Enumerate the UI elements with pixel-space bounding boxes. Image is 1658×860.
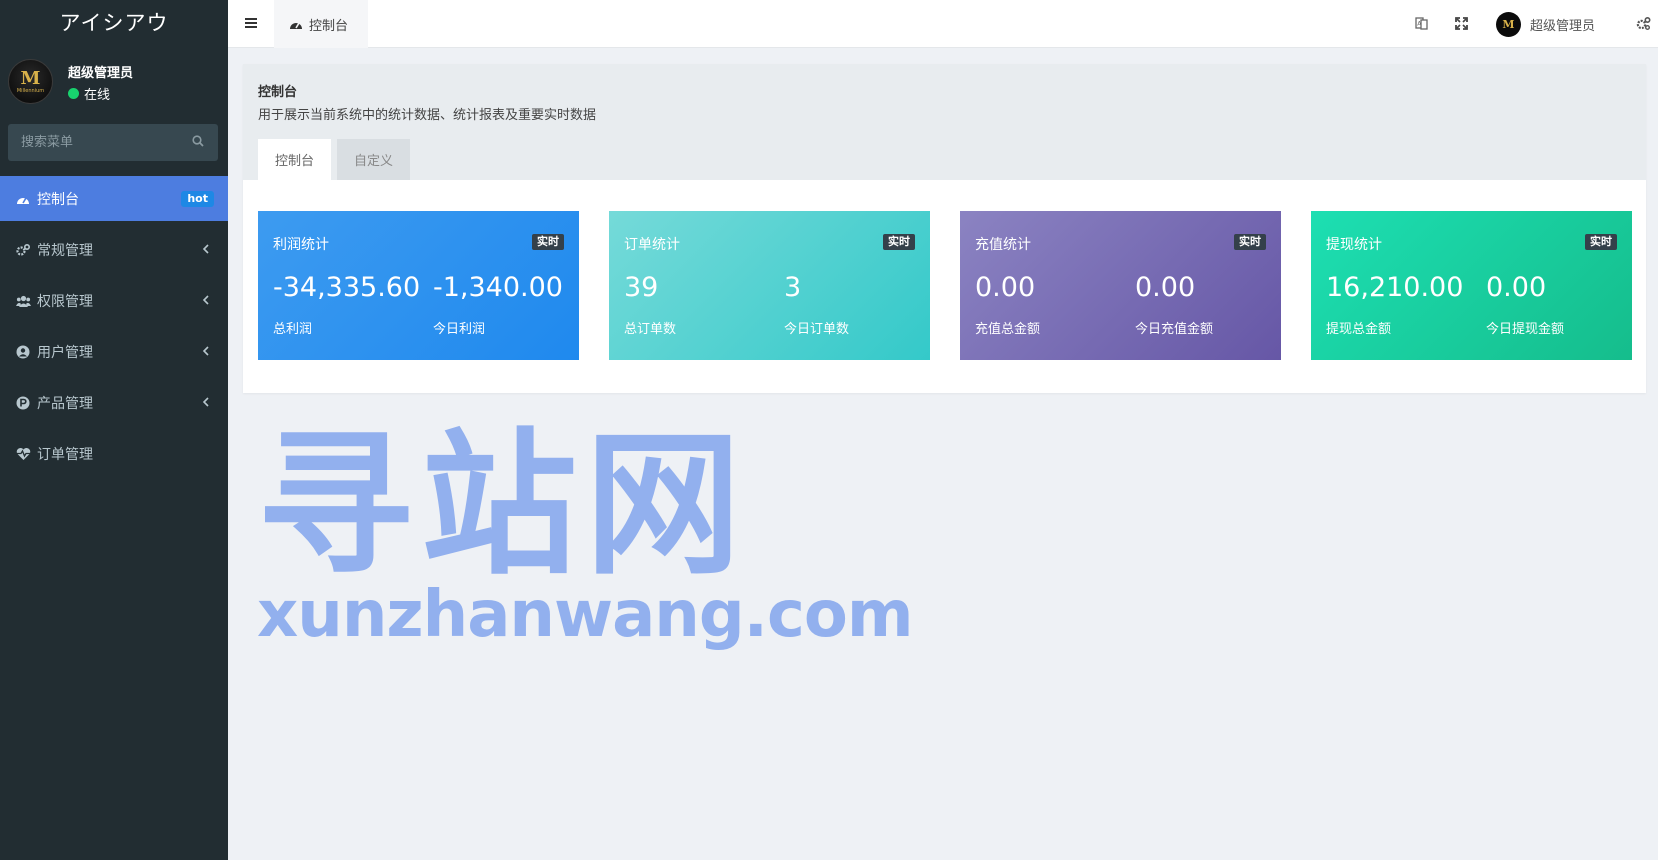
menu-search-input[interactable] <box>8 124 218 161</box>
stat-card-profit: 利润统计 实时 -34,335.60 -1,340.00 总利润 今日利润 <box>258 211 579 360</box>
card-value-total: -34,335.60 <box>273 272 421 303</box>
tab-custom[interactable]: 自定义 <box>337 139 410 180</box>
card-label-total: 充值总金额 <box>975 322 1041 337</box>
watermark: 寻站网 xunzhanwang.com <box>257 420 914 660</box>
page-description: 用于展示当前系统中的统计数据、统计报表及重要实时数据 <box>258 108 597 123</box>
page-title: 控制台 <box>258 85 298 100</box>
gears-icon[interactable] <box>1636 16 1651 31</box>
realtime-badge: 实时 <box>883 234 915 250</box>
card-title: 订单统计 <box>624 237 680 253</box>
sidebar-item-label: 产品管理 <box>37 395 93 412</box>
sidebar-item-users[interactable]: 用户管理 <box>0 329 228 374</box>
realtime-badge: 实时 <box>1234 234 1266 250</box>
card-title: 提现统计 <box>1326 237 1382 253</box>
realtime-badge: 实时 <box>532 234 564 250</box>
sidebar-item-label: 控制台 <box>37 191 79 208</box>
chevron-left-icon <box>202 244 209 254</box>
stat-card-orders: 订单统计 实时 39 3 总订单数 今日订单数 <box>609 211 930 360</box>
sidebar-menu: 控制台 hot 常规管理 权限管理 用户管理 产品管理 订单管理 <box>0 176 228 482</box>
header-user-name[interactable]: 超级管理员 <box>1530 15 1595 34</box>
tab-dashboard[interactable]: 控制台 <box>274 0 368 48</box>
tab-dashboard-panel[interactable]: 控制台 <box>258 139 331 180</box>
sidebar-item-dashboard[interactable]: 控制台 hot <box>0 176 228 221</box>
hot-badge: hot <box>181 191 214 207</box>
user-panel: M Millennium 超级管理员 在线 <box>0 48 228 114</box>
chevron-left-icon <box>202 295 209 305</box>
card-value-total: 39 <box>624 272 659 303</box>
avatar-letter: M <box>20 67 41 89</box>
card-value-today: 0.00 <box>1486 272 1547 303</box>
card-label-today: 今日充值金额 <box>1135 322 1214 337</box>
translate-icon[interactable]: A <box>1414 16 1429 31</box>
sidebar-item-label: 常规管理 <box>37 242 93 259</box>
sidebar-item-orders[interactable]: 订单管理 <box>0 431 228 476</box>
heartbeat-icon <box>15 446 31 462</box>
card-value-today: 0.00 <box>1135 272 1196 303</box>
header-avatar[interactable]: M <box>1496 12 1521 37</box>
avatar-subtext: Millennium <box>16 87 45 94</box>
tab-label: 控制台 <box>309 18 349 34</box>
card-value-today: -1,340.00 <box>433 272 563 303</box>
user-circle-icon <box>15 344 31 360</box>
chevron-left-icon <box>202 397 209 407</box>
card-label-total: 提现总金额 <box>1326 322 1392 337</box>
user-status: 在线 <box>68 84 110 103</box>
sidebar-item-label: 订单管理 <box>37 446 93 463</box>
card-value-today: 3 <box>784 272 802 303</box>
user-status-label: 在线 <box>84 88 111 103</box>
top-header: 控制台 A M 超级管理员 <box>228 0 1658 48</box>
card-value-total: 0.00 <box>975 272 1036 303</box>
panel-header: 控制台 用于展示当前系统中的统计数据、统计报表及重要实时数据 控制台 自定义 <box>243 64 1646 180</box>
product-p-icon <box>15 395 31 411</box>
sidebar: アイシアウ M Millennium 超级管理员 在线 控制台 hot 常规管理… <box>0 0 228 860</box>
online-dot-icon <box>68 88 79 99</box>
card-label-today: 今日提现金额 <box>1486 322 1565 337</box>
chevron-left-icon <box>202 346 209 356</box>
users-group-icon <box>15 293 31 309</box>
avatar: M Millennium <box>8 59 53 104</box>
user-name: 超级管理员 <box>68 66 134 81</box>
card-label-total: 总订单数 <box>624 322 677 337</box>
dashboard-panel: 控制台 用于展示当前系统中的统计数据、统计报表及重要实时数据 控制台 自定义 利… <box>243 64 1646 393</box>
brand-logo-text[interactable]: アイシアウ <box>0 0 228 48</box>
sidebar-item-general[interactable]: 常规管理 <box>0 227 228 272</box>
menu-search <box>8 124 218 161</box>
sidebar-item-label: 权限管理 <box>37 293 93 310</box>
stat-card-withdraw: 提现统计 实时 16,210.00 0.00 提现总金额 今日提现金额 <box>1311 211 1632 360</box>
realtime-badge: 实时 <box>1585 234 1617 250</box>
card-label-today: 今日订单数 <box>784 322 850 337</box>
dashboard-icon <box>15 191 31 207</box>
card-title: 利润统计 <box>273 237 329 253</box>
dashboard-icon <box>290 22 302 29</box>
card-label-total: 总利润 <box>273 322 313 337</box>
gears-icon <box>15 242 31 258</box>
card-value-total: 16,210.00 <box>1326 272 1464 303</box>
stat-card-recharge: 充值统计 实时 0.00 0.00 充值总金额 今日充值金额 <box>960 211 1281 360</box>
fullscreen-icon[interactable] <box>1454 16 1469 31</box>
sidebar-item-products[interactable]: 产品管理 <box>0 380 228 425</box>
sidebar-item-permissions[interactable]: 权限管理 <box>0 278 228 323</box>
search-icon[interactable] <box>192 135 204 147</box>
watermark-chinese: 寻站网 <box>257 414 749 596</box>
hamburger-menu-icon[interactable] <box>244 16 258 30</box>
card-label-today: 今日利润 <box>433 322 486 337</box>
watermark-url: xunzhanwang.com <box>257 578 914 652</box>
card-title: 充值统计 <box>975 237 1031 253</box>
sidebar-item-label: 用户管理 <box>37 344 93 361</box>
